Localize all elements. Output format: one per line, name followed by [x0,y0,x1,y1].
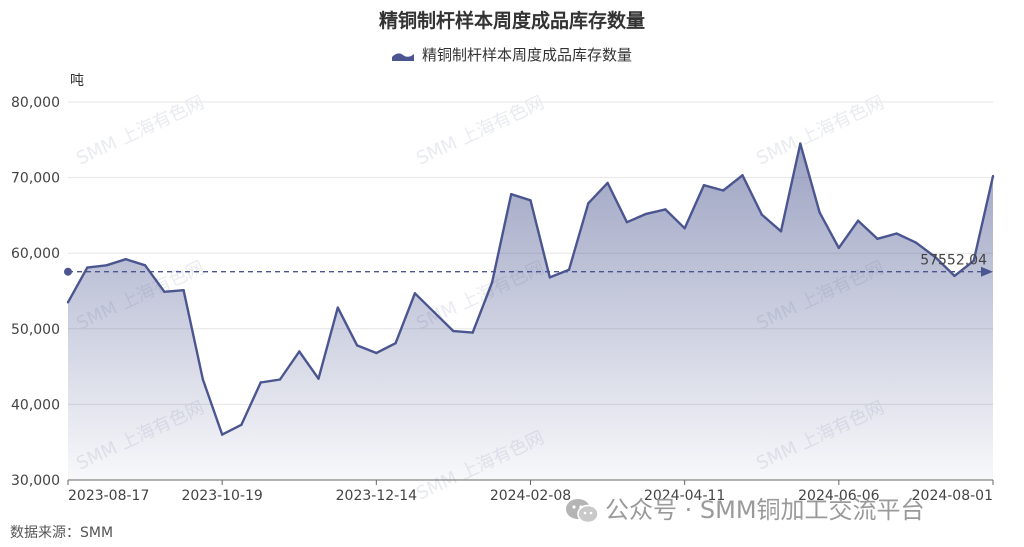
data-point [876,237,879,241]
chart-plot: SMM 上海有色网SMM 上海有色网SMM 上海有色网SMM 上海有色网SMM … [11,92,995,505]
data-point [760,213,763,216]
data-point [163,290,166,293]
wechat-label: 公众号 · SMM铜加工交流平台 [605,496,925,524]
series-area [68,143,993,480]
y-tick-label: 60,000 [11,246,60,262]
data-point [741,174,744,177]
data-point [86,266,89,269]
data-point [317,377,320,380]
data-point [298,350,301,353]
data-point [779,230,783,233]
data-point [644,212,648,216]
data-point [355,344,359,347]
watermark-text: SMM 上海有色网 [753,92,887,169]
data-source: 数据来源：SMM [10,525,114,541]
y-tick-label: 30,000 [11,473,60,489]
data-point [799,142,802,145]
data-point [336,306,339,309]
wechat-icon [566,499,599,524]
y-tick-label: 70,000 [11,171,60,187]
data-point [182,289,185,292]
data-point [413,292,417,295]
wechat-watermark: 公众号 · SMM铜加工交流平台 [565,490,925,525]
data-point [606,181,609,185]
data-point [567,268,571,272]
x-tick-label: 2023-12-14 [336,488,417,504]
data-point [818,211,821,214]
x-tick-label: 2023-08-17 [68,488,149,504]
data-point [452,329,455,333]
data-point [991,174,995,178]
data-point [105,264,108,267]
data-point [278,378,282,381]
data-point [66,301,70,304]
data-point [914,241,918,244]
data-point [895,232,898,235]
x-tick-label: 2024-02-08 [490,488,571,504]
y-tick-label: 80,000 [11,95,60,111]
y-tick-label: 50,000 [11,322,60,338]
average-line-label: 57552.04 [920,253,987,269]
data-point [490,281,494,284]
data-point [548,276,551,279]
data-point [432,310,436,314]
data-point [529,199,532,202]
data-point [471,331,474,334]
data-point [837,246,841,250]
data-point [625,221,629,224]
data-point [510,193,513,196]
watermark-text: SMM 上海有色网 [413,92,547,169]
data-point [953,274,956,278]
data-point [240,423,243,427]
data-point [856,219,860,222]
y-tick-label: 40,000 [11,397,60,413]
data-point [683,227,686,230]
watermark-text: SMM 上海有色网 [73,92,207,169]
data-point [664,208,667,211]
data-point [587,202,590,205]
data-point [143,264,147,267]
data-point [394,341,397,345]
data-point [375,351,378,355]
x-tick-label: 2023-10-19 [181,488,262,504]
data-point [124,258,128,261]
data-point [702,183,706,187]
data-point [220,433,224,436]
data-point [722,189,725,192]
data-point [259,381,262,384]
data-point [201,378,205,381]
